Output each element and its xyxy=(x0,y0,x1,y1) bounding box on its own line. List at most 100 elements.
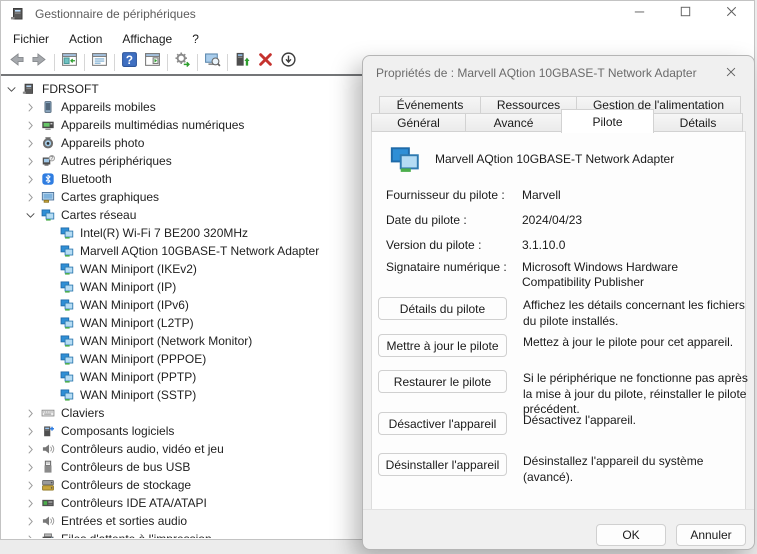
action-pane-icon xyxy=(144,51,161,73)
tree-item-label: Files d'attente à l'impression xyxy=(61,532,212,538)
tree-item[interactable]: Contrôleurs de bus USB xyxy=(2,458,362,476)
chevron-right-icon[interactable] xyxy=(23,514,38,529)
minimize-icon xyxy=(632,4,647,24)
tree-item-label: Bluetooth xyxy=(61,172,112,186)
chevron-right-icon[interactable] xyxy=(23,496,38,511)
driver-action-button[interactable]: Mettre à jour le pilote xyxy=(378,334,507,357)
driver-action-button[interactable]: Détails du pilote xyxy=(378,297,507,320)
chevron-right-icon[interactable] xyxy=(23,424,38,439)
action-pane-button[interactable] xyxy=(141,52,164,73)
tree-item-label: FDRSOFT xyxy=(42,82,99,96)
tree-item[interactable]: WAN Miniport (L2TP) xyxy=(2,314,362,332)
tree-item[interactable]: Appareils photo xyxy=(2,134,362,152)
cancel-button[interactable]: Annuler xyxy=(676,524,746,546)
menu-item[interactable]: Action xyxy=(59,29,112,49)
ok-button[interactable]: OK xyxy=(596,524,666,546)
menu-item[interactable]: Fichier xyxy=(3,29,59,49)
network-adapter-icon xyxy=(59,315,75,331)
driver-field-row: Signataire numérique : Microsoft Windows… xyxy=(386,260,737,290)
update-driver-button[interactable] xyxy=(231,52,254,73)
chevron-down-icon[interactable] xyxy=(23,208,38,223)
maximize-button[interactable] xyxy=(662,1,708,27)
tree-item[interactable]: WAN Miniport (Network Monitor) xyxy=(2,332,362,350)
tree-item[interactable]: Marvell AQtion 10GBASE-T Network Adapter xyxy=(2,242,362,260)
scan-hardware-button[interactable] xyxy=(171,52,194,73)
svg-text:?: ? xyxy=(126,54,133,67)
properties-button[interactable] xyxy=(88,52,111,73)
driver-action-description: Si le périphérique ne fonctionne pas apr… xyxy=(523,371,751,418)
svg-text:?: ? xyxy=(50,156,53,162)
tab-avance[interactable]: Avancé xyxy=(465,113,562,132)
chevron-right-icon[interactable] xyxy=(23,478,38,493)
tab-strip: ÉvénementsRessourcesGestion de l'aliment… xyxy=(371,96,746,132)
chevron-right-icon[interactable] xyxy=(23,442,38,457)
chevron-right-icon[interactable] xyxy=(23,406,38,421)
dialog-close-button[interactable] xyxy=(721,63,741,83)
forward-button[interactable] xyxy=(28,52,51,73)
tree-item[interactable]: WAN Miniport (IPv6) xyxy=(2,296,362,314)
tree-item[interactable]: Claviers xyxy=(2,404,362,422)
back-button[interactable] xyxy=(5,52,28,73)
help-button[interactable]: ? xyxy=(118,52,141,73)
disable-device-button[interactable] xyxy=(277,52,300,73)
tree-item[interactable]: Cartes graphiques xyxy=(2,188,362,206)
tree-item[interactable]: Contrôleurs audio, vidéo et jeu xyxy=(2,440,362,458)
close-button[interactable] xyxy=(708,1,754,27)
chevron-right-icon[interactable] xyxy=(23,136,38,151)
driver-action-button[interactable]: Désactiver l'appareil xyxy=(378,412,507,435)
tree-item[interactable]: Appareils mobiles xyxy=(2,98,362,116)
network-adapter-icon xyxy=(59,243,75,259)
console-tree-button[interactable] xyxy=(58,52,81,73)
screen: Gestionnaire de périphériques FichierAct… xyxy=(0,0,757,554)
chevron-down-icon[interactable] xyxy=(4,82,19,97)
tree-item-label: Appareils mobiles xyxy=(61,100,156,114)
tree-item[interactable]: WAN Miniport (IP) xyxy=(2,278,362,296)
tree-item[interactable]: FDRSOFT xyxy=(2,80,362,98)
tree-item[interactable]: Appareils multimédias numériques xyxy=(2,116,362,134)
tree-item[interactable]: Intel(R) Wi-Fi 7 BE200 320MHz xyxy=(2,224,362,242)
tree-item[interactable]: WAN Miniport (PPTP) xyxy=(2,368,362,386)
chevron-right-icon[interactable] xyxy=(23,172,38,187)
tab-general[interactable]: Général xyxy=(371,113,466,132)
dialog-titlebar: Propriétés de : Marvell AQtion 10GBASE-T… xyxy=(363,56,754,90)
printer-icon xyxy=(40,531,56,538)
device-header: Marvell AQtion 10GBASE-T Network Adapter xyxy=(386,144,725,176)
device-name: Marvell AQtion 10GBASE-T Network Adapter xyxy=(435,152,725,176)
tree-item[interactable]: WAN Miniport (PPPOE) xyxy=(2,350,362,368)
tree-item[interactable]: Files d'attente à l'impression xyxy=(2,530,362,538)
tab-evenements[interactable]: Événements xyxy=(379,96,481,114)
uninstall-device-button[interactable] xyxy=(254,52,277,73)
tree-item[interactable]: WAN Miniport (SSTP) xyxy=(2,386,362,404)
toolbar-separator xyxy=(167,54,168,71)
tree-item[interactable]: Cartes réseau xyxy=(2,206,362,224)
chevron-right-icon[interactable] xyxy=(23,118,38,133)
remote-computer-button[interactable] xyxy=(201,52,224,73)
driver-action-button[interactable]: Désinstaller l'appareil xyxy=(378,453,507,476)
menu-item[interactable]: ? xyxy=(182,29,209,49)
field-value: Microsoft Windows Hardware Compatibility… xyxy=(522,260,737,290)
chevron-right-icon[interactable] xyxy=(23,154,38,169)
storage-icon xyxy=(40,477,56,493)
tab-pilote[interactable]: Pilote xyxy=(561,109,654,133)
minimize-button[interactable] xyxy=(616,1,662,27)
software-component-icon xyxy=(40,423,56,439)
tree-item-label: Appareils multimédias numériques xyxy=(61,118,244,132)
tree-item[interactable]: Bluetooth xyxy=(2,170,362,188)
tree-item[interactable]: Composants logiciels xyxy=(2,422,362,440)
tree-item[interactable]: ? Autres périphériques xyxy=(2,152,362,170)
menu-item[interactable]: Affichage xyxy=(112,29,182,49)
driver-action-description: Mettez à jour le pilote pour cet apparei… xyxy=(523,335,751,351)
tree-item[interactable]: Entrées et sorties audio xyxy=(2,512,362,530)
chevron-right-icon[interactable] xyxy=(23,190,38,205)
tree-item[interactable]: Contrôleurs de stockage xyxy=(2,476,362,494)
tab-details[interactable]: Détails xyxy=(653,113,743,132)
tree-item[interactable]: WAN Miniport (IKEv2) xyxy=(2,260,362,278)
tree-item-label: Composants logiciels xyxy=(61,424,174,438)
tree-item-label: WAN Miniport (SSTP) xyxy=(80,388,196,402)
chevron-right-icon[interactable] xyxy=(23,100,38,115)
tree-item[interactable]: Contrôleurs IDE ATA/ATAPI xyxy=(2,494,362,512)
driver-action-button[interactable]: Restaurer le pilote xyxy=(378,370,507,393)
chevron-right-icon[interactable] xyxy=(23,532,38,539)
chevron-right-icon[interactable] xyxy=(23,460,38,475)
toolbar-separator xyxy=(197,54,198,71)
